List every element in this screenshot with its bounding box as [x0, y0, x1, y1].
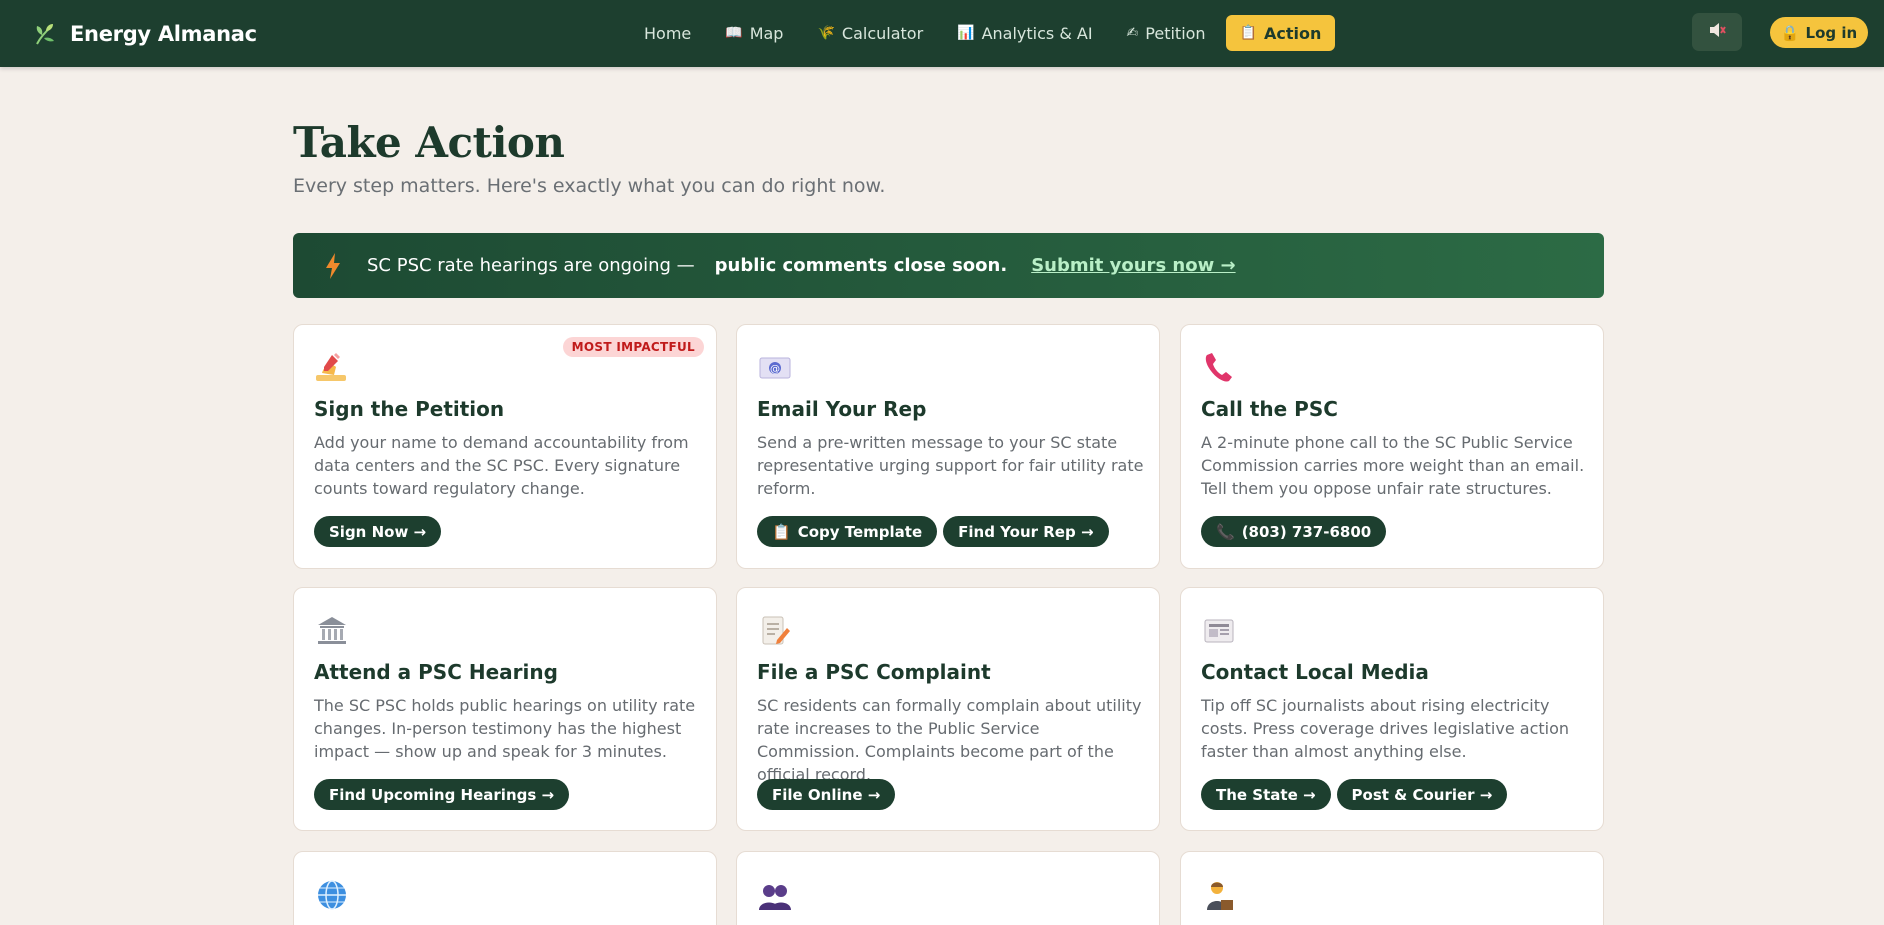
find-hearings-label: Find Upcoming Hearings → — [329, 785, 555, 804]
psc-phone-number: (803) 737-6800 — [1241, 522, 1372, 541]
file-online-button[interactable]: File Online → — [757, 779, 896, 810]
card-title: Call the PSC — [1201, 397, 1338, 421]
writing-hand-icon — [314, 351, 352, 385]
card-title: Email Your Rep — [757, 397, 927, 421]
nav-home-label: Home — [644, 23, 692, 43]
leaf-icon — [32, 21, 58, 47]
brand-name: Energy Almanac — [70, 21, 257, 46]
brand-logo-link[interactable]: Energy Almanac — [32, 0, 257, 67]
find-your-rep-button[interactable]: Find Your Rep → — [943, 516, 1109, 547]
banner-text: SC PSC rate hearings are ongoing — — [367, 255, 695, 276]
lock-icon: 🔒 — [1780, 23, 1800, 42]
government-building-icon — [314, 614, 352, 648]
card-attend-hearing: Attend a PSC Hearing The SC PSC holds pu… — [293, 587, 717, 831]
login-label: Log in — [1805, 23, 1858, 42]
sign-now-button[interactable]: Sign Now → — [314, 516, 442, 547]
nav-map-label: Map — [749, 23, 784, 43]
card-description: A 2-minute phone call to the SC Public S… — [1201, 433, 1585, 498]
the-state-button[interactable]: The State → — [1201, 779, 1331, 810]
phone-icon — [1201, 351, 1239, 385]
nav-petition-label: Petition — [1145, 23, 1206, 43]
card-email-rep: @ Email Your Rep Send a pre-written mess… — [736, 324, 1160, 569]
card-title: Attend a PSC Hearing — [314, 660, 558, 684]
top-navigation-bar: Energy Almanac Home 📖 Map 🌾 Calculator 📊… — [0, 0, 1884, 67]
card-description: The SC PSC holds public hearings on util… — [314, 696, 696, 761]
card-row3-people — [736, 851, 1160, 925]
nav-calculator[interactable]: 🌾 Calculator — [803, 15, 937, 51]
nav-action-label: Action — [1264, 23, 1322, 43]
svg-text:@: @ — [770, 364, 780, 375]
copy-template-label: Copy Template — [797, 522, 923, 541]
nav-petition[interactable]: ✍ Petition — [1113, 15, 1220, 51]
submit-comment-link[interactable]: Submit yours now → — [1031, 255, 1235, 276]
file-online-label: File Online → — [772, 785, 881, 804]
phone-icon: 📞 — [1216, 522, 1235, 541]
find-hearings-button[interactable]: Find Upcoming Hearings → — [314, 779, 570, 810]
wheat-icon: 🌾 — [817, 25, 835, 41]
nav-action[interactable]: 📋 Action — [1225, 15, 1336, 51]
card-title: Contact Local Media — [1201, 660, 1429, 684]
card-contact-media: Contact Local Media Tip off SC journalis… — [1180, 587, 1604, 831]
card-description: SC residents can formally complain about… — [757, 696, 1142, 784]
alert-banner: SC PSC rate hearings are ongoing — publi… — [293, 233, 1604, 298]
bar-chart-icon: 📊 — [957, 25, 975, 41]
speaker-muted-icon — [1707, 20, 1727, 44]
card-actions: Sign Now → — [314, 516, 442, 547]
copy-template-button[interactable]: 📋 Copy Template — [757, 516, 938, 547]
card-actions: 📞 (803) 737-6800 — [1201, 516, 1387, 547]
page-subtitle: Every step matters. Here's exactly what … — [293, 175, 886, 197]
nav-analytics[interactable]: 📊 Analytics & AI — [943, 15, 1106, 51]
card-actions: Find Upcoming Hearings → — [314, 779, 570, 810]
nav-calculator-label: Calculator — [841, 23, 924, 43]
newspaper-icon — [1201, 614, 1239, 648]
post-and-courier-label: Post & Courier → — [1351, 785, 1493, 804]
card-call-psc: Call the PSC A 2-minute phone call to th… — [1180, 324, 1604, 569]
find-your-rep-label: Find Your Rep → — [958, 522, 1094, 541]
card-actions: The State → Post & Courier → — [1201, 779, 1508, 810]
card-actions: File Online → — [757, 779, 896, 810]
card-sign-petition: MOST IMPACTFUL Sign the Petition Add you… — [293, 324, 717, 569]
the-state-label: The State → — [1216, 785, 1316, 804]
email-icon: @ — [757, 351, 795, 385]
clipboard-icon: 📋 — [772, 522, 791, 541]
nav-home[interactable]: Home — [630, 15, 705, 51]
nav-analytics-label: Analytics & AI — [981, 23, 1093, 43]
mute-toggle-button[interactable] — [1692, 13, 1742, 51]
clipboard-icon: 📋 — [1239, 25, 1258, 41]
globe-icon — [314, 878, 352, 912]
post-and-courier-button[interactable]: Post & Courier → — [1336, 779, 1508, 810]
nav-map[interactable]: 📖 Map — [711, 15, 797, 51]
card-description: Add your name to demand accountability f… — [314, 433, 689, 498]
writing-hand-icon: ✍ — [1126, 25, 1139, 41]
login-button[interactable]: 🔒 Log in — [1770, 17, 1868, 48]
card-description: Tip off SC journalists about rising elec… — [1201, 696, 1570, 761]
document-pencil-icon — [757, 614, 795, 648]
main-nav: Home 📖 Map 🌾 Calculator 📊 Analytics & AI… — [630, 14, 1336, 52]
most-impactful-badge: MOST IMPACTFUL — [562, 337, 704, 357]
card-row3-speaker — [1180, 851, 1604, 925]
book-map-icon: 📖 — [725, 25, 743, 41]
card-title: Sign the Petition — [314, 397, 505, 421]
page-title: Take Action — [293, 118, 565, 167]
card-file-complaint: File a PSC Complaint SC residents can fo… — [736, 587, 1160, 831]
call-psc-phone-button[interactable]: 📞 (803) 737-6800 — [1201, 516, 1387, 547]
card-description: Send a pre-written message to your SC st… — [757, 433, 1144, 498]
lightning-bolt-icon — [323, 252, 343, 280]
card-row3-globe — [293, 851, 717, 925]
person-at-podium-icon — [1201, 878, 1239, 912]
banner-bold-text: public comments close soon. — [714, 255, 1008, 276]
card-title: File a PSC Complaint — [757, 660, 991, 684]
people-icon — [757, 878, 795, 912]
sign-now-label: Sign Now → — [329, 522, 427, 541]
card-actions: 📋 Copy Template Find Your Rep → — [757, 516, 1109, 547]
